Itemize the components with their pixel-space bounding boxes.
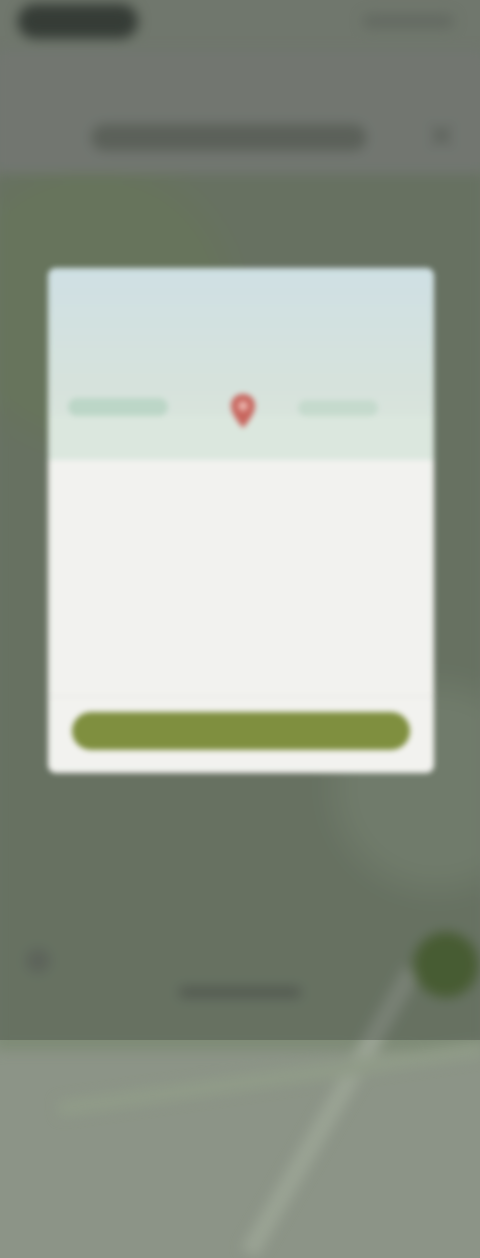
map-road [57,1041,480,1117]
hero-scenery [68,398,168,416]
hero-scenery [298,400,378,416]
modal-dialog [48,268,434,773]
modal-primary-button[interactable] [72,712,410,750]
modal-divider [48,696,434,697]
modal-hero-image [48,268,434,460]
map-pin-icon [231,394,255,428]
